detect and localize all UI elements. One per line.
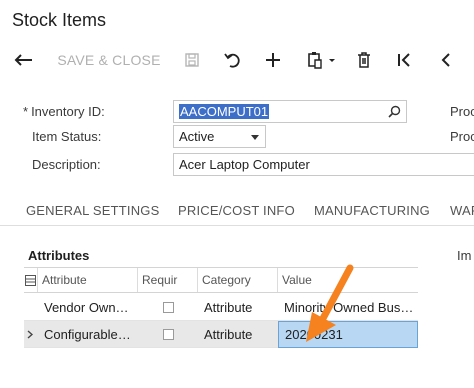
clipboard-button[interactable] bbox=[300, 44, 342, 76]
back-button[interactable] bbox=[10, 44, 38, 76]
delete-button[interactable] bbox=[352, 44, 376, 76]
plus-icon bbox=[266, 53, 280, 67]
row-expander[interactable] bbox=[24, 321, 38, 348]
required-marker: * bbox=[23, 104, 29, 119]
item-status-label: Item Status: bbox=[32, 129, 102, 144]
tab-price-cost-info[interactable]: PRICE/COST INFO bbox=[178, 203, 295, 218]
floppy-disk-icon bbox=[185, 53, 199, 67]
category-cell: Attribute bbox=[204, 300, 253, 315]
column-header-category[interactable]: Category bbox=[198, 268, 278, 292]
save-close-label: SAVE & CLOSE bbox=[57, 52, 161, 68]
trash-icon bbox=[358, 52, 370, 68]
first-record-button[interactable] bbox=[392, 44, 416, 76]
undo-icon bbox=[224, 53, 240, 68]
right-field-label-1: Proc bbox=[450, 104, 474, 119]
chevron-down-icon bbox=[251, 135, 259, 140]
category-cell: Attribute bbox=[204, 327, 253, 342]
item-status-value: Active bbox=[179, 129, 215, 144]
first-record-icon bbox=[398, 53, 410, 67]
tab-warehouse[interactable]: WAR bbox=[450, 203, 474, 218]
column-header-required[interactable]: Requir bbox=[138, 268, 198, 292]
undo-button[interactable] bbox=[220, 44, 246, 76]
add-button[interactable] bbox=[260, 44, 286, 76]
tab-general-settings[interactable]: GENERAL SETTINGS bbox=[26, 203, 159, 218]
previous-record-icon bbox=[441, 53, 450, 67]
attribute-cell: Vendor Own… bbox=[44, 300, 129, 315]
inventory-id-label: * Inventory ID: bbox=[23, 104, 105, 119]
inventory-id-label-text: Inventory ID: bbox=[31, 104, 105, 119]
required-cell bbox=[138, 321, 198, 348]
save-close-button[interactable]: SAVE & CLOSE bbox=[50, 44, 168, 76]
chevron-right-icon bbox=[27, 330, 33, 339]
required-checkbox[interactable] bbox=[162, 329, 174, 340]
column-header-attribute[interactable]: Attribute bbox=[38, 268, 138, 292]
item-status-select[interactable]: Active bbox=[173, 125, 266, 148]
grid-settings-icon bbox=[25, 274, 36, 286]
attributes-section-title: Attributes bbox=[28, 248, 90, 263]
description-label: Description: bbox=[32, 157, 101, 172]
grid-settings-cell[interactable] bbox=[24, 268, 38, 292]
toolbar: SAVE & CLOSE bbox=[0, 44, 474, 76]
tab-manufacturing[interactable]: MANUFACTURING bbox=[314, 203, 430, 218]
inventory-id-field[interactable]: AACOMPUT01 bbox=[173, 100, 407, 123]
tab-bar: GENERAL SETTINGS PRICE/COST INFO MANUFAC… bbox=[0, 192, 474, 226]
clipboard-dropdown-icon bbox=[308, 52, 335, 69]
arrow-left-icon bbox=[14, 54, 32, 66]
page-title: Stock Items bbox=[12, 10, 107, 30]
previous-record-button[interactable] bbox=[434, 44, 458, 76]
description-value: Acer Laptop Computer bbox=[179, 157, 310, 172]
right-field-label-2: Proc bbox=[450, 129, 474, 144]
save-button[interactable] bbox=[180, 44, 204, 76]
inventory-id-value: AACOMPUT01 bbox=[179, 104, 270, 119]
required-checkbox[interactable] bbox=[162, 302, 174, 313]
required-cell bbox=[138, 294, 198, 321]
right-section-label: Im bbox=[457, 248, 472, 263]
description-field[interactable]: Acer Laptop Computer bbox=[173, 153, 474, 176]
search-icon[interactable] bbox=[388, 105, 401, 118]
annotation-arrow-icon bbox=[306, 264, 354, 342]
attribute-cell: Configurable… bbox=[44, 327, 131, 342]
